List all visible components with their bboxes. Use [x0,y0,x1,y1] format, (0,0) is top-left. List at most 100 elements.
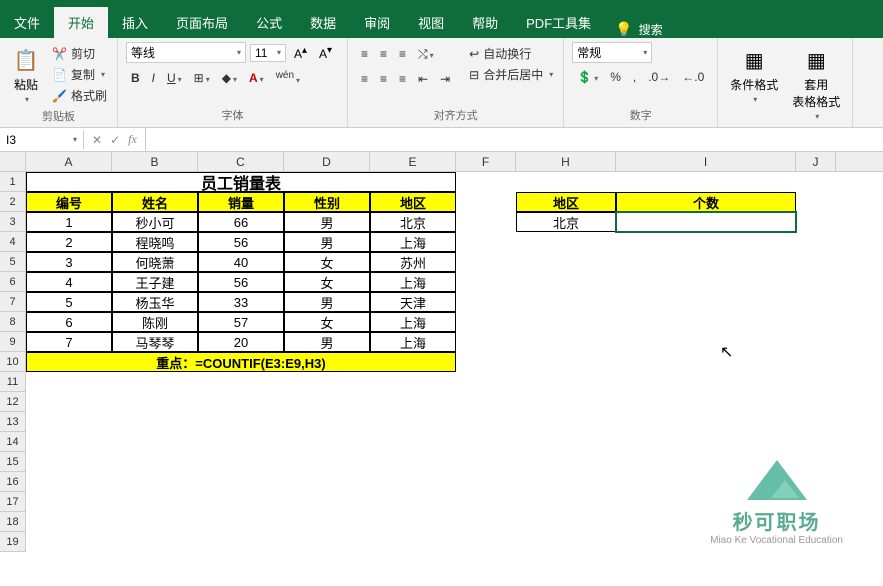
select-all-corner[interactable] [0,152,26,172]
align-left-button[interactable]: ≡ [356,69,373,89]
accounting-button[interactable]: 💲▾ [572,67,603,87]
col-header-F[interactable]: F [456,152,516,171]
italic-button[interactable]: I [147,68,160,88]
tab-help[interactable]: 帮助 [458,7,512,38]
phonetic-button[interactable]: wén▾ [271,67,305,89]
merge-button[interactable]: ⊟合并后居中▾ [467,65,555,84]
copy-button[interactable]: 📄复制▾ [50,65,109,84]
data-cell[interactable]: 上海 [370,332,456,352]
data-cell[interactable]: 马琴琴 [112,332,198,352]
data-cell[interactable]: 秒小可 [112,212,198,232]
indent-inc-button[interactable]: ⇥ [435,69,455,89]
cancel-formula-button[interactable]: ✕ [92,133,102,147]
paste-button[interactable]: 📋 粘贴 ▾ [8,44,44,106]
data-cell[interactable]: 男 [284,292,370,312]
row-header-3[interactable]: 3 [0,212,25,232]
row-header-12[interactable]: 12 [0,392,25,412]
data-cell[interactable]: 女 [284,272,370,292]
header-region[interactable]: 地区 [516,192,616,212]
table-format-button[interactable]: ▦ 套用 表格格式▾ [788,44,844,123]
data-cell[interactable]: 6 [26,312,112,332]
col-header-C[interactable]: C [198,152,284,171]
table-title[interactable]: 员工销量表 [26,172,456,192]
formula-note[interactable]: 重点：=COUNTIF(E3:E9,H3) [26,352,456,372]
row-header-9[interactable]: 9 [0,332,25,352]
data-cell[interactable]: 20 [198,332,284,352]
data-cell[interactable]: 66 [198,212,284,232]
bold-button[interactable]: B [126,68,145,88]
data-cell[interactable]: 3 [26,252,112,272]
data-cell[interactable]: 何晓萧 [112,252,198,272]
font-size-select[interactable]: 11▾ [250,44,286,62]
data-cell[interactable]: 上海 [370,312,456,332]
row-header-17[interactable]: 17 [0,492,25,512]
data-cell[interactable]: 33 [198,292,284,312]
data-cell[interactable]: 天津 [370,292,456,312]
row-header-10[interactable]: 10 [0,352,25,372]
fx-icon[interactable]: fx [128,132,137,147]
tab-pdf[interactable]: PDF工具集 [512,7,605,38]
dec-decimal-button[interactable]: ←.0 [677,67,709,87]
tab-file[interactable]: 文件 [0,7,54,38]
col-header-A[interactable]: A [26,152,112,171]
align-bottom-button[interactable]: ≡ [394,44,411,65]
font-color-button[interactable]: A▾ [244,68,269,88]
spreadsheet-grid[interactable]: ABCDEFHIJ 12345678910111213141516171819 … [0,152,883,586]
data-cell[interactable]: 56 [198,232,284,252]
header-地区[interactable]: 地区 [370,192,456,212]
align-right-button[interactable]: ≡ [394,69,411,89]
col-header-J[interactable]: J [796,152,836,171]
tab-view[interactable]: 视图 [404,7,458,38]
col-header-D[interactable]: D [284,152,370,171]
formula-input[interactable] [146,138,883,142]
row-header-7[interactable]: 7 [0,292,25,312]
lookup-region[interactable]: 北京 [516,212,616,232]
col-header-H[interactable]: H [516,152,616,171]
data-cell[interactable]: 北京 [370,212,456,232]
row-header-8[interactable]: 8 [0,312,25,332]
data-cell[interactable]: 杨玉华 [112,292,198,312]
data-cell[interactable]: 56 [198,272,284,292]
data-cell[interactable]: 苏州 [370,252,456,272]
align-center-button[interactable]: ≡ [375,69,392,89]
tab-formulas[interactable]: 公式 [242,7,296,38]
col-header-B[interactable]: B [112,152,198,171]
inc-decimal-button[interactable]: .0→ [643,67,675,87]
header-销量[interactable]: 销量 [198,192,284,212]
data-cell[interactable]: 程晓鸣 [112,232,198,252]
data-cell[interactable]: 上海 [370,272,456,292]
border-button[interactable]: ⊞▾ [189,68,215,88]
row-header-14[interactable]: 14 [0,432,25,452]
tab-layout[interactable]: 页面布局 [162,7,242,38]
row-header-16[interactable]: 16 [0,472,25,492]
name-box[interactable]: I3▾ [0,131,84,149]
row-header-4[interactable]: 4 [0,232,25,252]
fill-color-button[interactable]: ◆▾ [217,68,242,88]
data-cell[interactable]: 男 [284,212,370,232]
cut-button[interactable]: ✂️剪切 [50,44,109,63]
conditional-format-button[interactable]: ▦ 条件格式▾ [726,44,782,106]
col-header-I[interactable]: I [616,152,796,171]
row-header-5[interactable]: 5 [0,252,25,272]
data-cell[interactable]: 男 [284,332,370,352]
comma-button[interactable]: , [628,67,641,87]
data-cell[interactable]: 1 [26,212,112,232]
header-性别[interactable]: 性别 [284,192,370,212]
indent-dec-button[interactable]: ⇤ [413,69,433,89]
col-header-E[interactable]: E [370,152,456,171]
data-cell[interactable]: 女 [284,252,370,272]
data-cell[interactable]: 4 [26,272,112,292]
data-cell[interactable]: 上海 [370,232,456,252]
tab-review[interactable]: 审阅 [350,7,404,38]
wrap-text-button[interactable]: ↩自动换行 [467,44,555,63]
row-header-11[interactable]: 11 [0,372,25,392]
data-cell[interactable]: 5 [26,292,112,312]
result-cell[interactable] [616,212,796,232]
data-cell[interactable]: 57 [198,312,284,332]
tab-data[interactable]: 数据 [296,7,350,38]
data-cell[interactable]: 陈刚 [112,312,198,332]
data-cell[interactable]: 40 [198,252,284,272]
orientation-button[interactable]: ⤭▾ [413,44,439,65]
header-编号[interactable]: 编号 [26,192,112,212]
data-cell[interactable]: 7 [26,332,112,352]
